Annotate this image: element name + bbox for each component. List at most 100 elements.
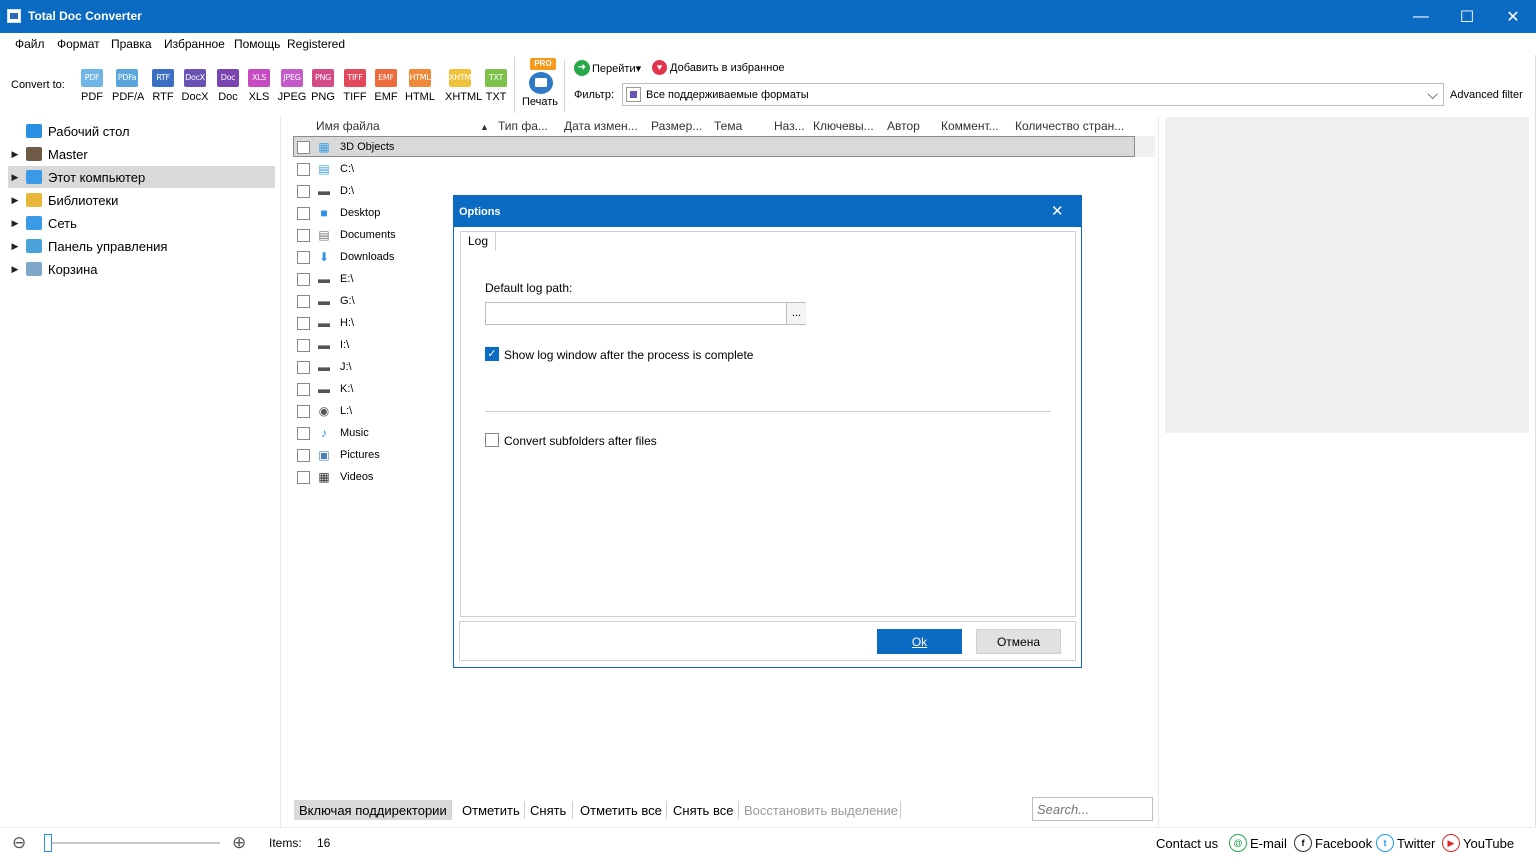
format-html-button[interactable]: HTML HTML (405, 69, 435, 103)
menu-edit[interactable]: Правка (111, 37, 152, 51)
column-header-date[interactable]: Дата измен... (564, 119, 638, 133)
dialog-close-button[interactable]: ✕ (1051, 202, 1064, 220)
expand-arrow-icon[interactable]: ▶ (8, 172, 22, 183)
close-window-button[interactable]: ✕ (1490, 0, 1536, 33)
expand-arrow-icon[interactable]: ▶ (8, 149, 22, 160)
column-header-author[interactable]: Автор (887, 119, 920, 133)
expand-arrow-icon[interactable]: ▶ (8, 264, 22, 275)
mark-all-button[interactable]: Отметить все (575, 800, 667, 820)
zoom-slider-track[interactable] (48, 842, 220, 844)
format-rtf-button[interactable]: RTF RTF (148, 69, 178, 103)
unmark-all-button[interactable]: Снять все (668, 800, 738, 820)
maximize-button[interactable]: ☐ (1444, 0, 1490, 33)
expand-arrow-icon[interactable]: ▶ (8, 195, 22, 206)
ok-button[interactable]: Ok (877, 629, 962, 654)
tree-item-desktop[interactable]: Рабочий стол (8, 120, 275, 142)
column-header-type[interactable]: Тип фа... (498, 119, 548, 133)
zoom-out-button[interactable]: ⊖ (12, 833, 26, 853)
row-checkbox[interactable] (297, 382, 310, 396)
subfolders-label[interactable]: Convert subfolders after files (504, 434, 657, 448)
print-button-label[interactable]: Печать (522, 96, 558, 108)
column-header-filename[interactable]: Имя файла (316, 119, 380, 133)
zoom-slider-handle[interactable] (44, 834, 52, 852)
tab-log[interactable]: Log (460, 231, 496, 251)
column-header-keywords[interactable]: Ключевы... (813, 119, 874, 133)
include-subdirs-button[interactable]: Включая поддиректории (294, 800, 452, 820)
mark-button[interactable]: Отметить (457, 800, 525, 820)
menu-favorites[interactable]: Избранное (164, 37, 225, 51)
row-checkbox[interactable] (297, 272, 310, 286)
row-checkbox[interactable] (297, 184, 310, 198)
goto-arrow-icon[interactable]: ➜ (574, 60, 590, 76)
format-pdfa-button[interactable]: PDFa PDF/A (112, 69, 144, 103)
column-header-page-count[interactable]: Количество стран... (1015, 119, 1124, 133)
tree-item-recycle-bin[interactable]: ▶ Корзина (8, 258, 275, 280)
add-to-favorites-button[interactable]: Добавить в избранное (670, 62, 785, 74)
youtube-link[interactable]: ▶ YouTube (1442, 834, 1514, 852)
heart-icon[interactable]: ♥ (652, 60, 667, 75)
format-emf-button[interactable]: EMF EMF (371, 69, 401, 103)
row-checkbox[interactable] (297, 140, 310, 154)
row-checkbox[interactable] (297, 250, 310, 264)
format-jpeg-button[interactable]: JPEG JPEG (277, 69, 307, 103)
browse-button[interactable]: ... (786, 303, 806, 324)
row-checkbox[interactable] (297, 426, 310, 440)
tree-item-master[interactable]: ▶ Master (8, 143, 275, 165)
column-header-title[interactable]: Наз... (774, 119, 805, 133)
format-xhtml-button[interactable]: XHTML XHTML (445, 69, 482, 103)
facebook-link[interactable]: f Facebook (1294, 834, 1372, 852)
minimize-button[interactable]: — (1398, 0, 1444, 33)
column-header-subject[interactable]: Тема (714, 119, 742, 133)
row-checkbox[interactable] (297, 206, 310, 220)
unmark-button[interactable]: Снять (525, 800, 571, 820)
row-checkbox[interactable] (297, 448, 310, 462)
filter-select[interactable]: Все поддерживаемые форматы ⌵ (622, 83, 1444, 106)
menu-registered[interactable]: Registered (287, 37, 345, 51)
file-row[interactable]: ▦ 3D Objects (293, 136, 493, 158)
menu-file[interactable]: Файл (15, 37, 45, 51)
format-txt-button[interactable]: TXT TXT (481, 69, 511, 103)
tree-item-libraries[interactable]: ▶ Библиотеки (8, 189, 275, 211)
format-tiff-button[interactable]: TIFF TIFF (340, 69, 370, 103)
row-checkbox[interactable] (297, 294, 310, 308)
format-xls-button[interactable]: XLS XLS (244, 69, 274, 103)
search-input[interactable] (1032, 797, 1153, 821)
menu-format[interactable]: Формат (57, 37, 100, 51)
row-checkbox[interactable] (297, 404, 310, 418)
twitter-link[interactable]: t Twitter (1376, 834, 1435, 852)
subfolders-checkbox[interactable] (485, 433, 499, 447)
log-path-input[interactable]: ... (485, 302, 806, 325)
row-checkbox[interactable] (297, 162, 310, 176)
tree-item-control-panel[interactable]: ▶ Панель управления (8, 235, 275, 257)
advanced-filter-button[interactable]: Advanced filter (1450, 89, 1523, 101)
pane-splitter[interactable] (1158, 117, 1159, 827)
youtube-icon: ▶ (1442, 834, 1460, 852)
contact-us-link[interactable]: Contact us (1156, 835, 1218, 851)
tree-item-network[interactable]: ▶ Сеть (8, 212, 275, 234)
format-docx-button[interactable]: DocX DocX (180, 69, 210, 103)
restore-selection-button[interactable]: Восстановить выделение (739, 800, 903, 820)
format-pdf-button[interactable]: PDF PDF (77, 69, 107, 103)
show-log-label[interactable]: Show log window after the process is com… (504, 348, 753, 362)
tree-item-this-pc[interactable]: ▶ Этот компьютер (8, 166, 275, 188)
printer-icon[interactable] (529, 72, 553, 94)
email-link[interactable]: @ E-mail (1229, 834, 1287, 852)
row-checkbox[interactable] (297, 338, 310, 352)
cancel-button[interactable]: Отмена (976, 629, 1061, 654)
expand-arrow-icon[interactable]: ▶ (8, 218, 22, 229)
row-checkbox[interactable] (297, 316, 310, 330)
row-checkbox[interactable] (297, 228, 310, 242)
file-row[interactable]: ▤ C:\ (293, 158, 493, 180)
row-checkbox[interactable] (297, 360, 310, 374)
expand-arrow-icon[interactable]: ▶ (8, 241, 22, 252)
format-doc-button[interactable]: Doc Doc (213, 69, 243, 103)
format-png-button[interactable]: PNG PNG (308, 69, 338, 103)
goto-button[interactable]: Перейти▾ (592, 62, 641, 75)
column-header-size[interactable]: Размер... (651, 119, 702, 133)
menu-help[interactable]: Помощь (234, 37, 280, 51)
zoom-in-button[interactable]: ⊕ (232, 833, 246, 853)
show-log-checkbox[interactable]: ✓ (485, 347, 499, 361)
row-checkbox[interactable] (297, 470, 310, 484)
pane-splitter[interactable] (280, 117, 281, 827)
column-header-comments[interactable]: Коммент... (941, 119, 999, 133)
